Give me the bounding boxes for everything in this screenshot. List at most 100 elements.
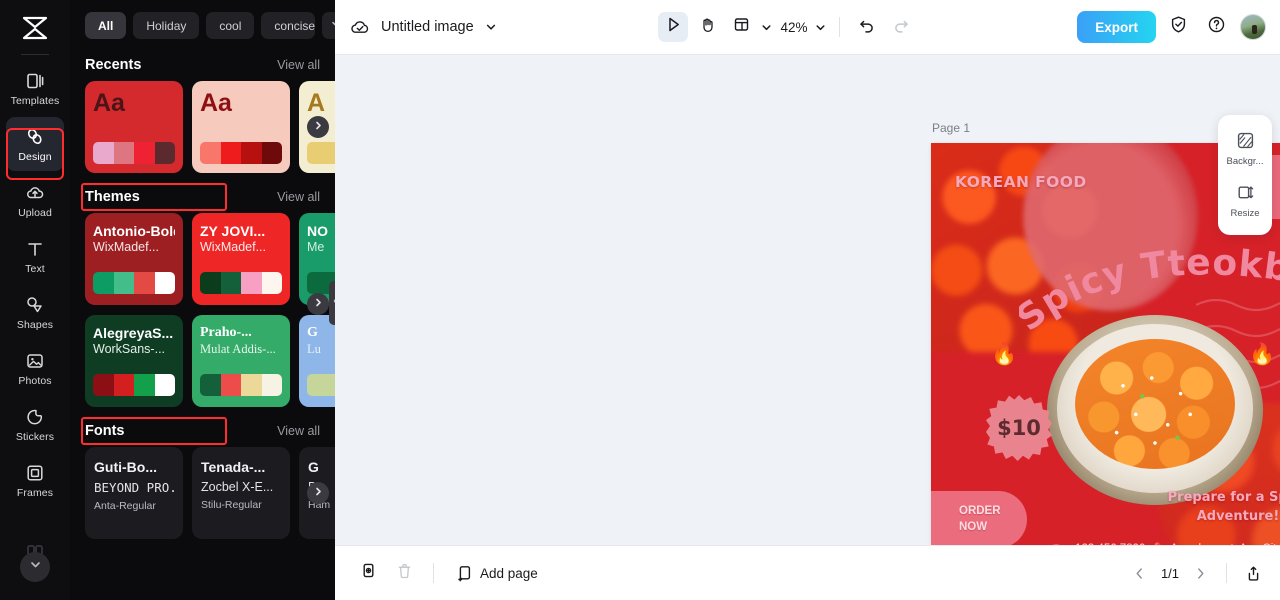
text-t-icon xyxy=(24,238,46,260)
chip-all[interactable]: All xyxy=(85,12,127,39)
design-icon xyxy=(24,126,46,148)
bottom-divider-2 xyxy=(1226,563,1227,583)
trash-icon xyxy=(396,562,413,584)
sidebar-label: Templates xyxy=(10,94,60,107)
shield-check-icon xyxy=(1169,15,1188,39)
prepare-tagline[interactable]: Prepare for a Spicy Adventure! xyxy=(1143,488,1280,525)
background-tool-button[interactable]: Backgr... xyxy=(1218,125,1272,173)
hand-pan-tool[interactable] xyxy=(692,12,722,42)
export-page-button[interactable] xyxy=(1245,565,1262,582)
capcut-logo-icon[interactable] xyxy=(13,8,57,48)
filter-chips: All Holiday cool concise xyxy=(70,0,335,49)
sidebar-item-shapes[interactable]: Shapes xyxy=(6,285,64,339)
theme-card[interactable]: Antonio-Bold WixMadef... xyxy=(85,213,183,305)
document-title[interactable]: Untitled image xyxy=(381,19,474,35)
design-panel: All Holiday cool concise Recents View al… xyxy=(70,0,335,600)
address: Anywhere st, Any City xyxy=(1170,543,1280,545)
headline-korean-food[interactable]: KOREAN FOOD xyxy=(955,173,1087,191)
layout-tool[interactable] xyxy=(726,12,756,42)
view-all-fonts[interactable]: View all xyxy=(277,424,320,438)
color-swatches xyxy=(93,272,175,294)
help-question-icon xyxy=(1207,15,1226,39)
cloud-saved-icon[interactable] xyxy=(349,16,371,38)
rail-expand-button[interactable] xyxy=(20,552,50,582)
recents-card[interactable]: Aa xyxy=(192,81,290,173)
resize-tool-button[interactable]: Resize xyxy=(1218,177,1272,225)
bowl-food xyxy=(1075,339,1235,469)
chip-holiday[interactable]: Holiday xyxy=(133,12,200,39)
hand-pan-icon xyxy=(699,16,716,38)
theme-font-primary: G xyxy=(307,326,318,340)
recents-card[interactable]: Aa xyxy=(85,81,183,173)
cursor-select-tool[interactable] xyxy=(658,12,689,42)
view-all-themes[interactable]: View all xyxy=(277,190,320,204)
sidebar-label: Frames xyxy=(16,486,54,499)
chip-cool[interactable]: cool xyxy=(206,12,255,39)
delete-button[interactable] xyxy=(389,558,419,588)
add-page-button[interactable]: Add page xyxy=(448,560,546,587)
avatar[interactable] xyxy=(1239,14,1266,40)
chevron-down-icon[interactable] xyxy=(484,20,498,34)
section-header-themes: Themes View all xyxy=(70,173,335,213)
sidebar-item-frames[interactable]: Frames xyxy=(6,453,64,507)
fonts-next-arrow[interactable] xyxy=(307,482,329,504)
fonts-row: Guti-Bo... BEYOND PRO... Anta-Regular Te… xyxy=(70,447,335,539)
font-card[interactable]: Guti-Bo... BEYOND PRO... Anta-Regular xyxy=(85,447,183,539)
sidebar-item-text[interactable]: Text xyxy=(6,229,64,283)
font-card[interactable]: Tenada-... Zocbel X-E... Stilu-Regular xyxy=(192,447,290,539)
order-now-button[interactable]: ORDER NOW xyxy=(931,491,1027,545)
sidebar-item-upload[interactable]: Upload xyxy=(6,173,64,227)
add-page-label: Add page xyxy=(480,565,538,581)
chip-concise[interactable]: concise xyxy=(261,12,316,39)
prepare-line-2: Adventure! xyxy=(1196,508,1280,524)
panel-collapse-handle[interactable] xyxy=(329,281,335,325)
undo-button[interactable] xyxy=(852,12,882,42)
price-badge[interactable]: $10 xyxy=(986,395,1052,461)
sidebar-item-stickers[interactable]: Stickers xyxy=(6,397,64,451)
color-swatches xyxy=(200,142,282,164)
duplicate-button[interactable] xyxy=(353,558,383,588)
font-name-tertiary: Anta-Regular xyxy=(94,500,156,512)
redo-button[interactable] xyxy=(886,12,916,42)
chevron-left-icon xyxy=(332,294,335,312)
top-bar-right: Export xyxy=(1077,11,1266,43)
layout-chevron-down-icon[interactable] xyxy=(760,21,773,34)
rail-divider xyxy=(21,54,49,55)
next-page-button[interactable] xyxy=(1193,566,1208,581)
section-header-fonts: Fonts View all xyxy=(70,407,335,447)
export-button[interactable]: Export xyxy=(1077,11,1156,43)
shield-check-button[interactable] xyxy=(1164,12,1194,42)
section-title: Themes xyxy=(85,189,140,205)
zoom-level[interactable]: 42% xyxy=(777,20,810,35)
theme-card[interactable]: G Lu xyxy=(299,315,335,407)
help-button[interactable] xyxy=(1202,12,1232,42)
sidebar-label: Design xyxy=(18,150,52,163)
tteokbokki-bowl-image[interactable] xyxy=(1047,315,1263,505)
theme-font-secondary: WorkSans-... xyxy=(93,342,166,356)
theme-card[interactable]: Praho-... Mulat Addis-... xyxy=(192,315,290,407)
recents-next-arrow[interactable] xyxy=(307,116,329,138)
sidebar-item-photos[interactable]: Photos xyxy=(6,341,64,395)
stickers-icon xyxy=(24,406,46,428)
sidebar-item-design[interactable]: Design xyxy=(6,117,64,171)
contact-info[interactable]: ☎ +123 456 7890 📍 Anywhere st, Any City xyxy=(1049,542,1280,545)
left-rail: Templates Design Upload Text Shapes Phot… xyxy=(0,0,70,600)
cursor-select-icon xyxy=(665,16,682,38)
add-page-icon xyxy=(456,565,473,582)
redo-icon xyxy=(892,16,910,39)
theme-font-primary: ZY JOVI... xyxy=(200,224,266,239)
prev-page-button[interactable] xyxy=(1132,566,1147,581)
theme-card[interactable]: AlegreyaS... WorkSans-... xyxy=(85,315,183,407)
view-all-recents[interactable]: View all xyxy=(277,58,320,72)
bottom-divider xyxy=(433,563,434,583)
chips-expand-button[interactable] xyxy=(322,12,335,39)
sidebar-item-templates[interactable]: Templates xyxy=(6,61,64,115)
zoom-chevron-down-icon[interactable] xyxy=(814,21,827,34)
section-title: Fonts xyxy=(85,423,125,439)
theme-card[interactable]: ZY JOVI... WixMadef... xyxy=(192,213,290,305)
themes-next-arrow[interactable] xyxy=(307,293,329,315)
order-line-1: ORDER xyxy=(959,504,1001,517)
frames-icon xyxy=(24,462,46,484)
background-tool-label: Backgr... xyxy=(1226,156,1264,167)
card-sample-text: Aa xyxy=(200,89,232,117)
